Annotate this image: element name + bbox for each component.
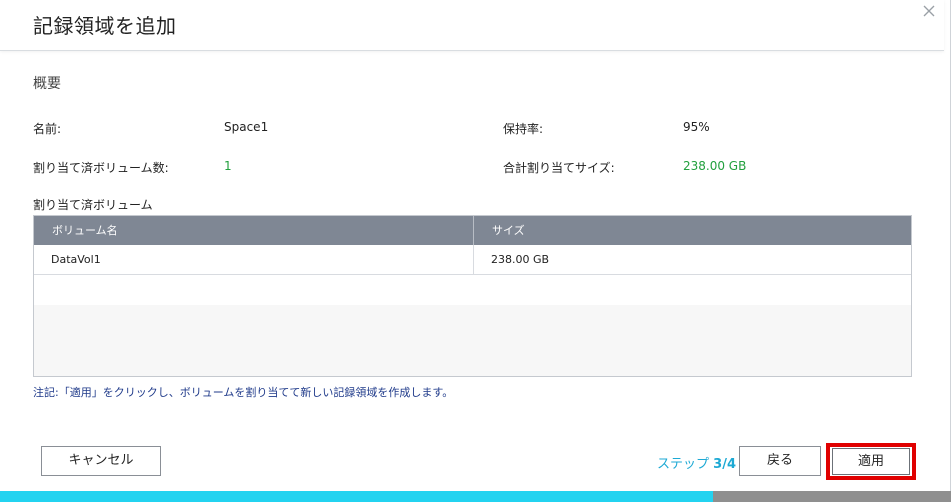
volume-size-cell: 238.00 GB (491, 253, 550, 266)
dialog-title: 記録領域を追加 (33, 14, 177, 38)
step-value: 3/4 (713, 457, 736, 472)
add-storage-dialog: 記録領域を追加 概要 名前: Space1 保持率: 95% 割り当て済ボリュー… (0, 0, 951, 502)
summary-section-title: 概要 (33, 76, 61, 92)
name-value: Space1 (224, 120, 269, 134)
retention-value: 95% (683, 120, 710, 134)
volumes-subtitle: 割り当て済ボリューム (33, 198, 153, 212)
table-empty-row (34, 275, 911, 305)
total-size-value: 238.00 GB (683, 159, 747, 173)
volume-name-cell: DataVol1 (34, 245, 474, 275)
step-indicator: ステップ 3/4 (657, 453, 736, 472)
column-header-volume-name[interactable]: ボリューム名 (34, 216, 474, 245)
total-size-label: 合計割り当てサイズ: (503, 161, 615, 175)
table-row[interactable]: DataVol1 238.00 GB (34, 245, 911, 275)
progress-bar (0, 491, 951, 502)
note-text: 注記:「適用」をクリックし、ボリュームを割り当てて新しい記録領域を作成します。 (33, 386, 454, 399)
volume-count-label: 割り当て済ボリューム数: (33, 161, 169, 175)
volumes-table: ボリューム名 サイズ DataVol1 238.00 GB (33, 215, 912, 377)
step-prefix: ステップ (657, 457, 710, 472)
back-button[interactable]: 戻る (739, 446, 821, 476)
dialog-header: 記録領域を追加 (0, 0, 944, 51)
close-icon[interactable] (920, 2, 938, 20)
column-header-size[interactable]: サイズ (474, 216, 911, 245)
volume-count-value: 1 (224, 159, 232, 173)
apply-button[interactable]: 適用 (832, 448, 910, 475)
table-header: ボリューム名 サイズ (34, 216, 911, 245)
retention-label: 保持率: (503, 122, 544, 136)
cancel-button[interactable]: キャンセル (41, 446, 161, 476)
progress-bar-fill (0, 491, 714, 502)
name-label: 名前: (33, 122, 62, 136)
